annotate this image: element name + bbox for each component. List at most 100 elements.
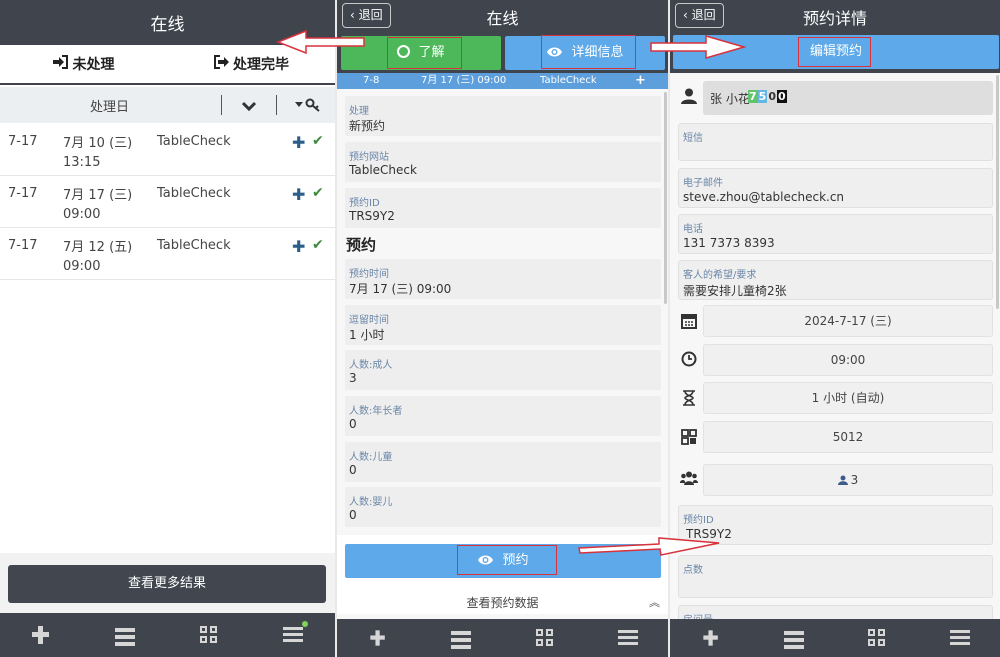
guest-name: 张 小花 [710,92,750,106]
field-guest-requests[interactable]: 客人的希望/要求 需要安排儿童椅2张 [678,260,993,300]
list-item[interactable]: 7-17 7月 10 (三) 13:15 TableCheck ✚ ✔ [0,124,335,176]
column-process-date[interactable]: 处理日 [90,96,129,115]
plus-icon[interactable]: ✚ [292,237,305,256]
field-booking-site: 预约网站 TableCheck [345,142,661,182]
section-title: 预约 [346,236,377,254]
menu-icon[interactable] [950,630,970,646]
clock-icon [680,351,698,369]
reservation-detail-panel: ‹ 退回 预约详情 编辑预约 张 小花 7500 短信 电子邮件 steve.zh… [670,0,1000,657]
table-selector[interactable]: 5012 [703,421,993,453]
tab-label: 处理完毕 [233,57,289,73]
field-process: 处理 新预约 [345,96,661,136]
add-icon[interactable] [703,630,720,646]
list-item[interactable]: 7-17 7月 17 (三) 09:00 TableCheck ✚ ✔ [0,176,335,228]
row-datetime: 7月 12 (五) 09:00 [63,240,133,274]
chevron-down-icon[interactable] [241,97,257,116]
field-seniors: 人数:年长者 0 [345,396,661,436]
page-title: 在线 [486,9,519,28]
chevron-up-icon[interactable]: ︽ [649,592,660,614]
users-icon [680,471,698,489]
highlight-box [457,545,557,575]
reservation-strip: 7-8 7月 17 (三) 09:00 TableCheck + [337,73,668,89]
row-source: TableCheck [157,238,231,253]
top-bar: ‹ 退回 预约详情 [670,0,1000,31]
list-icon[interactable] [115,628,135,646]
field-phone[interactable]: 电话 131 7373 8393 [678,214,993,254]
list-item[interactable]: 7-17 7月 12 (五) 09:00 TableCheck ✚ ✔ [0,228,335,280]
tab-unprocessed[interactable]: 未处理 [0,45,167,85]
sort-key-icon[interactable] [295,97,323,116]
bottom-nav [337,619,668,657]
highlight-box [798,37,871,67]
field-email[interactable]: 电子邮件 steve.zhou@tablecheck.cn [678,168,993,208]
list-icon[interactable] [784,631,804,649]
field-reservation-time: 预约时间 7月 17 (三) 09:00 [345,259,661,299]
plus-icon[interactable]: + [635,73,646,89]
row-day: 7-17 [8,186,38,201]
arrow-left-icon [276,29,365,55]
grid-icon[interactable] [868,629,886,647]
hourglass-icon [680,390,698,408]
time-selector[interactable]: 09:00 [703,344,993,376]
add-icon[interactable] [31,626,51,644]
menu-icon[interactable] [618,630,638,646]
arrow-right-icon [650,35,746,59]
scrollbar[interactable] [664,92,667,304]
highlight-box [387,37,462,69]
add-icon[interactable] [370,630,387,646]
field-reservation-id[interactable]: 预约ID TRS9Y2 [678,505,993,545]
row-datetime: 7月 10 (三) 13:15 [63,136,133,170]
strip-date: 7-8 [363,75,380,86]
party-size: 3 [850,473,859,487]
field-sms[interactable]: 短信 [678,123,993,161]
bottom-nav [0,613,335,657]
table-grid-icon [680,429,698,447]
user-icon [680,88,698,106]
highlight-box [541,35,636,69]
arrow-right-icon [578,537,720,556]
load-more-button[interactable]: 查看更多结果 [8,565,326,603]
grid-icon[interactable] [536,629,554,647]
table-header: 处理日 [0,87,335,123]
plus-icon[interactable]: ✚ [292,133,305,152]
field-infants: 人数:婴儿 0 [345,487,661,527]
grid-icon[interactable] [200,626,218,644]
divider [276,95,277,115]
top-bar: ‹ 退回 在线 [337,0,668,31]
page-title: 预约详情 [802,9,867,28]
row-day: 7-17 [8,238,38,253]
plus-icon[interactable]: ✚ [292,185,305,204]
scrollbar[interactable] [996,75,999,309]
row-source: TableCheck [157,186,231,201]
guest-badges: 7500 [748,90,787,103]
online-list-panel: 在线 未处理 处理完毕 处理日 7-17 7月 10 (三) 13:15 Tab… [0,0,335,657]
sign-in-icon [52,46,69,86]
date-selector[interactable]: 2024-7-17 (三) [703,305,993,337]
strip-datetime: 7月 17 (三) 09:00 [421,75,507,86]
field-points[interactable]: 点数 [678,555,993,598]
field-stay-duration: 逗留时间 1 小时 [345,305,661,345]
view-reservation-data-link[interactable]: 查看预约数据 ︽ [337,592,668,614]
strip-source: TableCheck [540,75,597,86]
person-icon [837,466,848,496]
guest-name-field[interactable]: 张 小花 7500 [703,81,993,115]
check-icon[interactable]: ✔ [312,133,324,149]
sign-out-icon [213,46,229,86]
menu-icon[interactable] [283,627,303,643]
calendar-icon [680,313,698,331]
check-icon[interactable]: ✔ [312,185,324,201]
divider [221,95,222,115]
field-reservation-id: 预约ID TRS9Y2 [345,188,661,228]
row-source: TableCheck [157,134,231,149]
row-datetime: 7月 17 (三) 09:00 [63,188,133,222]
check-icon[interactable]: ✔ [312,237,324,253]
bottom-nav [670,619,1000,657]
field-children: 人数:儿童 0 [345,442,661,482]
row-day: 7-17 [8,134,38,149]
list-icon[interactable] [451,631,471,649]
notification-dot [302,621,308,627]
tab-label: 未处理 [72,57,115,73]
duration-selector[interactable]: 1 小时 (自动) [703,382,993,414]
party-size-selector[interactable]: 3 [703,464,993,496]
field-adults: 人数:成人 3 [345,350,661,390]
